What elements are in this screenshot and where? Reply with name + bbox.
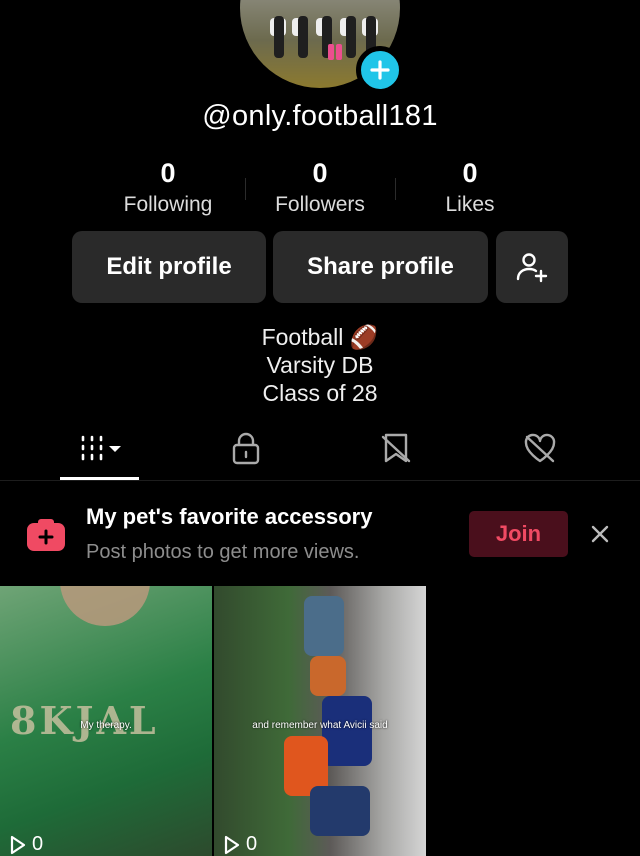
plus-icon xyxy=(370,60,390,80)
video-thumbnail[interactable]: 8KJAL My therapy. 0 xyxy=(0,586,212,856)
stat-value: 0 xyxy=(462,158,478,188)
dropdown-caret xyxy=(109,446,121,452)
tab-liked[interactable] xyxy=(500,428,580,468)
grid-icon xyxy=(81,435,121,461)
promo-title: My pet's favorite accessory xyxy=(86,504,373,529)
tab-videos[interactable] xyxy=(60,428,140,468)
stat-likes[interactable]: 0 Likes xyxy=(395,156,545,220)
stat-label: Followers xyxy=(275,193,365,216)
video-thumbnail[interactable]: and remember what Avicii said 0 xyxy=(214,586,426,856)
thumbnail-image xyxy=(60,586,150,626)
avatar-detail xyxy=(346,16,356,58)
thumbnail-image xyxy=(310,786,370,836)
video-caption: My therapy. xyxy=(80,720,132,731)
thumbnail-image xyxy=(322,696,372,766)
thumbnail-image xyxy=(304,596,344,656)
tab-divider xyxy=(0,480,640,481)
view-count: 0 xyxy=(10,833,43,856)
avatar-detail xyxy=(336,44,342,60)
stat-value: 0 xyxy=(160,158,176,188)
avatar-detail xyxy=(274,16,284,58)
tab-private[interactable] xyxy=(206,428,286,468)
bio-line: Varsity DB xyxy=(266,352,374,378)
username: @only.football181 xyxy=(202,100,438,132)
video-caption: and remember what Avicii said xyxy=(252,720,388,731)
stat-label: Likes xyxy=(445,193,495,216)
play-icon xyxy=(224,835,240,854)
add-story-button[interactable] xyxy=(356,46,404,94)
stat-following[interactable]: 0 Following xyxy=(93,156,243,220)
bio-line: Class of 28 xyxy=(262,380,378,406)
share-profile-button[interactable]: Share profile xyxy=(273,231,488,303)
avatar-detail xyxy=(298,16,308,58)
view-count-value: 0 xyxy=(32,833,44,855)
liked-heart-icon xyxy=(524,433,556,463)
tab-favorites[interactable] xyxy=(356,428,436,468)
avatar-detail xyxy=(328,44,334,60)
thumbnail-image xyxy=(310,656,346,696)
bio-line: Football 🏈 xyxy=(261,324,379,350)
add-person-icon xyxy=(516,253,548,283)
add-friend-button[interactable] xyxy=(496,231,568,303)
close-icon[interactable] xyxy=(586,520,614,548)
join-button[interactable]: Join xyxy=(469,511,568,557)
play-icon xyxy=(10,835,26,854)
edit-profile-button[interactable]: Edit profile xyxy=(72,231,266,303)
stat-value: 0 xyxy=(312,158,328,188)
view-count-value: 0 xyxy=(246,833,258,855)
bookmark-icon xyxy=(381,433,411,463)
promo-subtitle: Post photos to get more views. xyxy=(86,541,360,563)
stat-label: Following xyxy=(123,193,213,216)
add-photo-icon xyxy=(27,519,65,551)
stat-followers[interactable]: 0 Followers xyxy=(245,156,395,220)
view-count: 0 xyxy=(224,833,257,856)
lock-icon xyxy=(232,432,260,465)
